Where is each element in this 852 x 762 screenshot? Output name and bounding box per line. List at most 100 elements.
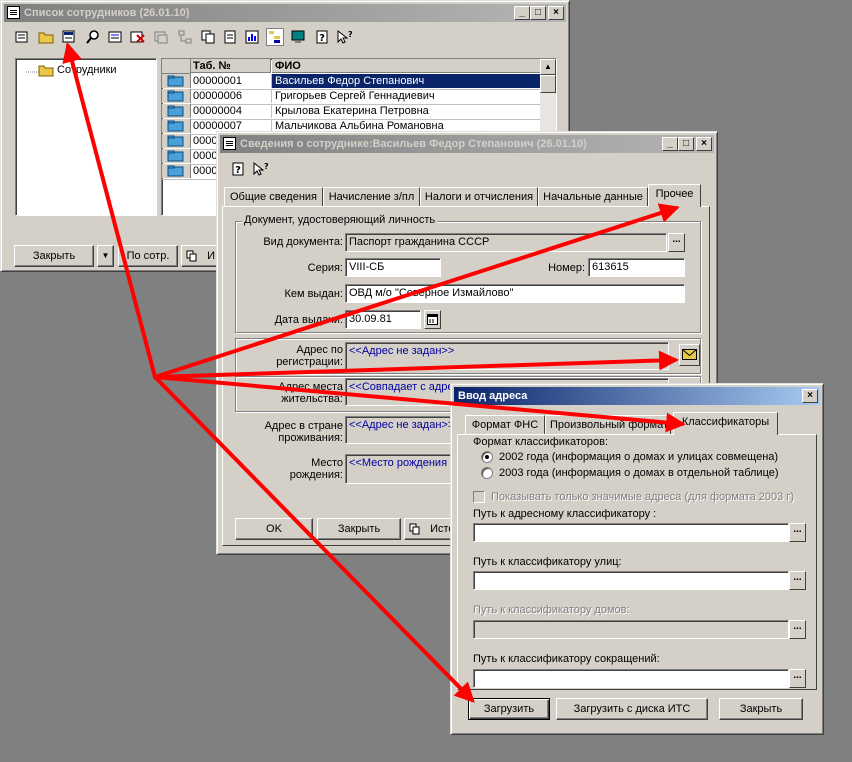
tab-payroll-label: Начисление з/пл — [328, 191, 415, 203]
close-dropdown-button[interactable]: ▼ — [97, 245, 114, 267]
path-streets-browse-button[interactable]: ... — [789, 571, 806, 590]
ok-button[interactable]: OK — [235, 518, 313, 540]
help-icon[interactable]: ? — [230, 161, 246, 177]
report-icon[interactable] — [244, 29, 260, 45]
tab-taxes[interactable]: Налоги и отчисления — [420, 187, 538, 207]
doc-type-field[interactable]: Паспорт гражданина СССР — [345, 233, 667, 252]
tab-other-label: Прочее — [655, 188, 694, 200]
path-houses-label: Путь к классификатору домов: — [473, 604, 630, 616]
reg-address-field[interactable]: <<Адрес не задан>> — [345, 342, 669, 370]
radio-2002[interactable] — [481, 451, 493, 463]
tab-classifiers[interactable]: Классификаторы — [673, 412, 778, 435]
country-address-label-2: проживания: — [278, 432, 343, 444]
tab-fns-format-label: Формат ФНС — [471, 419, 539, 431]
path-addr-input[interactable] — [473, 523, 789, 542]
copy-record-icon[interactable] — [153, 29, 169, 45]
load-its-button[interactable]: Загрузить с диска ИТС — [556, 698, 708, 720]
table-row[interactable]: 00000006 Григорьев Сергей Геннадиевич — [162, 89, 540, 105]
grid-corner — [162, 59, 191, 74]
country-address-label-1: Адрес в стране — [264, 420, 343, 432]
employee-tree[interactable]: Сотрудники — [15, 58, 157, 216]
envelope-icon — [682, 349, 697, 360]
path-abbr-browse-button[interactable]: ... — [789, 669, 806, 688]
context-help-icon[interactable]: ? — [252, 161, 268, 177]
issued-by-label: Кем выдан: — [284, 288, 343, 300]
tab-general-label: Общие сведения — [229, 191, 318, 203]
tab-fns-format[interactable]: Формат ФНС — [465, 415, 545, 435]
document-icon[interactable] — [222, 29, 238, 45]
radio-2002-label[interactable]: 2002 года (информация о домах и улицах с… — [499, 451, 778, 463]
tab-free-format[interactable]: Произвольный формат — [545, 415, 671, 435]
close-button[interactable]: Закрыть — [317, 518, 401, 540]
close-button[interactable]: Закрыть — [719, 698, 803, 720]
minimize-button[interactable]: _ — [662, 137, 678, 151]
table-row[interactable]: 00000004 Крылова Екатерина Петровна — [162, 104, 540, 120]
row-folder-icon — [162, 74, 191, 88]
close-button-label: Закрыть — [337, 523, 381, 535]
partial-button[interactable]: И — [181, 245, 221, 267]
classifier-format-label: Формат классификаторов: — [473, 436, 609, 448]
path-streets-label: Путь к классификатору улиц: — [473, 556, 622, 568]
minimize-button[interactable]: _ — [514, 6, 530, 20]
help-icon[interactable]: ? — [314, 29, 330, 45]
employee-info-titlebar[interactable]: Сведения о сотруднике:Васильев Федор Сте… — [220, 135, 714, 153]
series-input[interactable]: VIII-СБ — [345, 258, 441, 277]
path-streets-input[interactable] — [473, 571, 789, 590]
tab-general[interactable]: Общие сведения — [224, 187, 323, 207]
close-window-button[interactable]: × — [696, 137, 712, 151]
tab-initial-data-label: Начальные данные — [543, 191, 643, 203]
tab-payroll[interactable]: Начисление з/пл — [323, 187, 420, 207]
new-record-icon[interactable] — [14, 29, 30, 45]
delete-record-icon[interactable] — [129, 29, 145, 45]
path-houses-browse-button[interactable]: ... — [789, 620, 806, 639]
copy-icon — [186, 250, 197, 262]
folder-icon[interactable] — [38, 29, 54, 45]
scroll-up-button[interactable]: ▲ — [540, 59, 556, 75]
radio-2003-label[interactable]: 2003 года (информация о домах в отдельно… — [499, 467, 779, 479]
load-button-label: Загрузить — [483, 703, 535, 715]
maximize-button[interactable]: □ — [678, 137, 694, 151]
row-folder-icon — [162, 104, 191, 118]
doc-type-select-button[interactable]: ... — [668, 233, 685, 252]
employee-list-titlebar[interactable]: Список сотрудников (26.01.10) _ □ × — [4, 4, 566, 22]
scroll-thumb[interactable] — [540, 75, 556, 93]
path-addr-label: Путь к адресному классификатору : — [473, 508, 657, 520]
calendar-icon — [427, 314, 438, 325]
tab-initial-data[interactable]: Начальные данные — [538, 187, 648, 207]
window-icon — [223, 137, 236, 150]
path-houses-input[interactable] — [473, 620, 789, 639]
close-window-button[interactable]: × — [802, 389, 818, 403]
load-button[interactable]: Загрузить — [468, 698, 550, 720]
tree-view-icon[interactable] — [266, 28, 284, 46]
row-folder-icon — [162, 134, 191, 148]
only-significant-checkbox[interactable] — [473, 491, 485, 503]
series-label: Серия: — [307, 262, 343, 274]
issue-date-input[interactable]: 30.09.81 — [345, 310, 421, 329]
copy-icon[interactable] — [200, 29, 216, 45]
context-help-icon[interactable]: ? — [336, 29, 352, 45]
hierarchy-icon[interactable] — [177, 29, 193, 45]
tab-taxes-label: Налоги и отчисления — [424, 191, 534, 203]
reg-address-edit-button[interactable] — [679, 344, 700, 366]
number-input[interactable]: 613615 — [588, 258, 685, 277]
path-addr-browse-button[interactable]: ... — [789, 523, 806, 542]
maximize-button[interactable]: □ — [530, 6, 546, 20]
close-window-button[interactable]: × — [548, 6, 564, 20]
by-employee-button[interactable]: По сотр. — [118, 245, 178, 267]
table-row[interactable]: 00000001 Васильев Федор Степанович — [162, 74, 540, 90]
tree-item-employees[interactable]: Сотрудники — [57, 64, 117, 76]
find-icon[interactable] — [85, 29, 101, 45]
close-button[interactable]: Закрыть — [14, 245, 94, 267]
list-icon[interactable] — [107, 29, 123, 45]
edit-record-icon[interactable] — [61, 29, 77, 45]
radio-2003[interactable] — [481, 467, 493, 479]
doc-type-label: Вид документа: — [263, 236, 343, 248]
column-header-tab-no[interactable]: Таб. № — [191, 59, 271, 73]
calendar-button[interactable] — [424, 310, 441, 329]
column-header-fio[interactable]: ФИО — [272, 59, 540, 73]
monitor-icon[interactable] — [290, 29, 306, 45]
issued-by-input[interactable]: ОВД м/о "Северное Измайлово" — [345, 284, 685, 303]
address-dialog-titlebar[interactable]: Ввод адреса × — [454, 387, 820, 405]
tab-other[interactable]: Прочее — [648, 184, 701, 207]
path-abbr-input[interactable] — [473, 669, 789, 688]
